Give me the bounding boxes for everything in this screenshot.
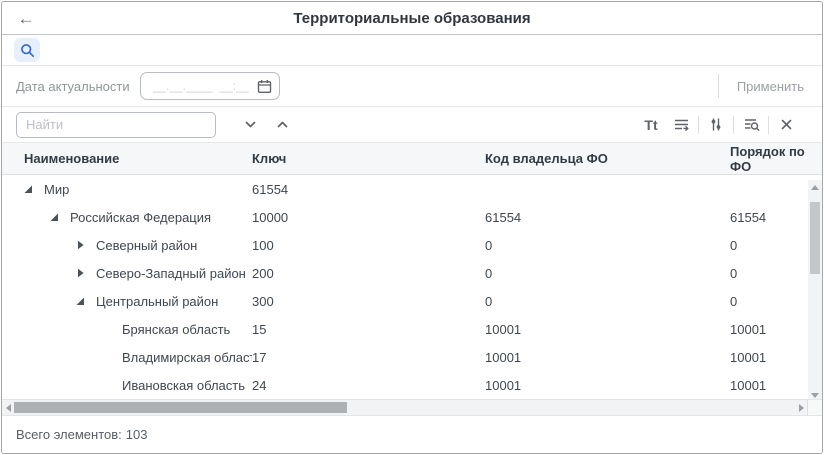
close-icon [780,118,793,131]
list-search-icon [743,117,760,132]
row-owner_code-value: 10001 [485,322,730,337]
territorial-formations-window: ← Территориальные образования Дата актуа… [1,1,823,454]
page-title: Территориальные образования [2,10,822,27]
horizontal-scrollbar-thumb[interactable] [14,402,347,413]
total-elements-label: Всего элементов: [16,427,122,442]
row-key-value: 61554 [252,182,485,197]
back-arrow-icon: ← [18,9,35,29]
tree-row[interactable]: Северо-Западный район20000 [2,259,810,287]
row-owner_code-value: 10001 [485,350,730,365]
calendar-icon[interactable] [257,79,272,94]
row-key-value: 17 [252,350,485,365]
row-owner_code-value: 10001 [485,378,730,393]
date-label: Дата актуальности [16,79,130,94]
show-results-button[interactable] [739,113,763,137]
row-owner_code-value: 0 [485,238,730,253]
row-owner_code-value: 0 [485,266,730,281]
sliders-icon [709,117,723,132]
collapse-toggle-icon[interactable] [22,184,34,194]
scroll-up-arrow-icon[interactable] [811,185,819,190]
row-key-value: 15 [252,322,485,337]
date-input-wrapper [140,72,280,100]
collapse-toggle-icon[interactable] [74,296,86,306]
toolbar-divider [733,116,734,134]
back-button[interactable]: ← [14,7,38,31]
row-key-value: 24 [252,378,485,393]
row-key-value: 300 [252,294,485,309]
search-icon [20,43,35,58]
row-key-value: 200 [252,266,485,281]
filter-settings-button[interactable] [704,113,728,137]
row-order-value: 10001 [730,350,810,365]
toolbar-divider [768,116,769,134]
tree-row[interactable]: Центральный район30000 [2,287,810,315]
find-prev-button[interactable] [270,113,294,137]
column-header-order[interactable]: Порядок по ФО [730,144,822,174]
tree-row[interactable]: Российская Федерация100006155461554 [2,203,810,231]
apply-button[interactable]: Применить [719,79,822,94]
tree-row[interactable]: Мир 61554 [2,175,810,203]
row-name-label: Центральный район [96,294,218,309]
row-owner_code-value: 0 [485,294,730,309]
find-next-button[interactable] [238,113,262,137]
tree-row[interactable]: Брянская область151000110001 [2,315,810,343]
table-header: Наименование Ключ Код владельца ФО Поряд… [2,143,822,175]
toolbar-divider [698,116,699,134]
column-header-name[interactable]: Наименование [2,151,252,166]
row-owner_code-value: 61554 [485,210,730,225]
row-order-value: 10001 [730,378,810,393]
row-name-label: Брянская область [122,322,230,337]
scroll-left-arrow-icon[interactable] [6,404,11,412]
horizontal-scrollbar[interactable] [2,399,822,416]
find-row: Tt [2,107,822,143]
search-toggle-row [2,35,822,66]
row-order-value: 10001 [730,322,810,337]
column-header-key[interactable]: Ключ [252,151,485,166]
collapse-toggle-icon[interactable] [48,212,60,222]
table-body: Мир61554Российская Федерация100006155461… [2,175,810,399]
status-bar: Всего элементов: 103 [2,416,822,452]
expand-toggle-icon[interactable] [74,268,86,278]
row-order-value: 0 [730,266,810,281]
tree-row[interactable]: Северный район10000 [2,231,810,259]
row-order-value: 0 [730,238,810,253]
scroll-down-arrow-icon[interactable] [811,393,819,398]
column-header-owner[interactable]: Код владельца ФО [485,151,730,166]
row-name-label: Владимирская область [122,350,252,365]
row-name-label: Ивановская область [122,378,245,393]
row-name-label: Северо-Западный район [96,266,246,281]
chevron-up-icon [276,118,289,131]
expand-toggle-icon[interactable] [74,240,86,250]
chevron-down-icon [244,118,257,131]
match-case-button[interactable]: Tt [639,113,663,137]
scroll-right-arrow-icon[interactable] [799,404,804,412]
search-in-found-button[interactable] [669,113,693,137]
row-order-value: 0 [730,294,810,309]
scrollbar-corner [807,400,822,415]
tree-row[interactable]: Ивановская область241000110001 [2,371,810,399]
row-key-value: 100 [252,238,485,253]
row-order-value: 61554 [730,210,810,225]
vertical-scrollbar-thumb[interactable] [810,202,820,274]
row-name-label: Мир [44,182,69,197]
title-bar: ← Территориальные образования [2,2,822,35]
vertical-scrollbar[interactable] [808,180,822,404]
row-name-label: Российская Федерация [70,210,211,225]
match-case-icon: Tt [644,117,657,133]
row-key-value: 10000 [252,210,485,225]
clear-search-button[interactable] [774,113,798,137]
date-input[interactable] [151,78,251,94]
lines-arrow-icon [673,117,690,132]
find-input[interactable] [16,112,216,138]
search-toggle-button[interactable] [14,38,40,62]
tree-row[interactable]: Владимирская область171000110001 [2,343,810,371]
date-filter-row: Дата актуальности Применить [2,66,822,107]
row-name-label: Северный район [96,238,197,253]
total-elements-count: 103 [126,427,148,442]
